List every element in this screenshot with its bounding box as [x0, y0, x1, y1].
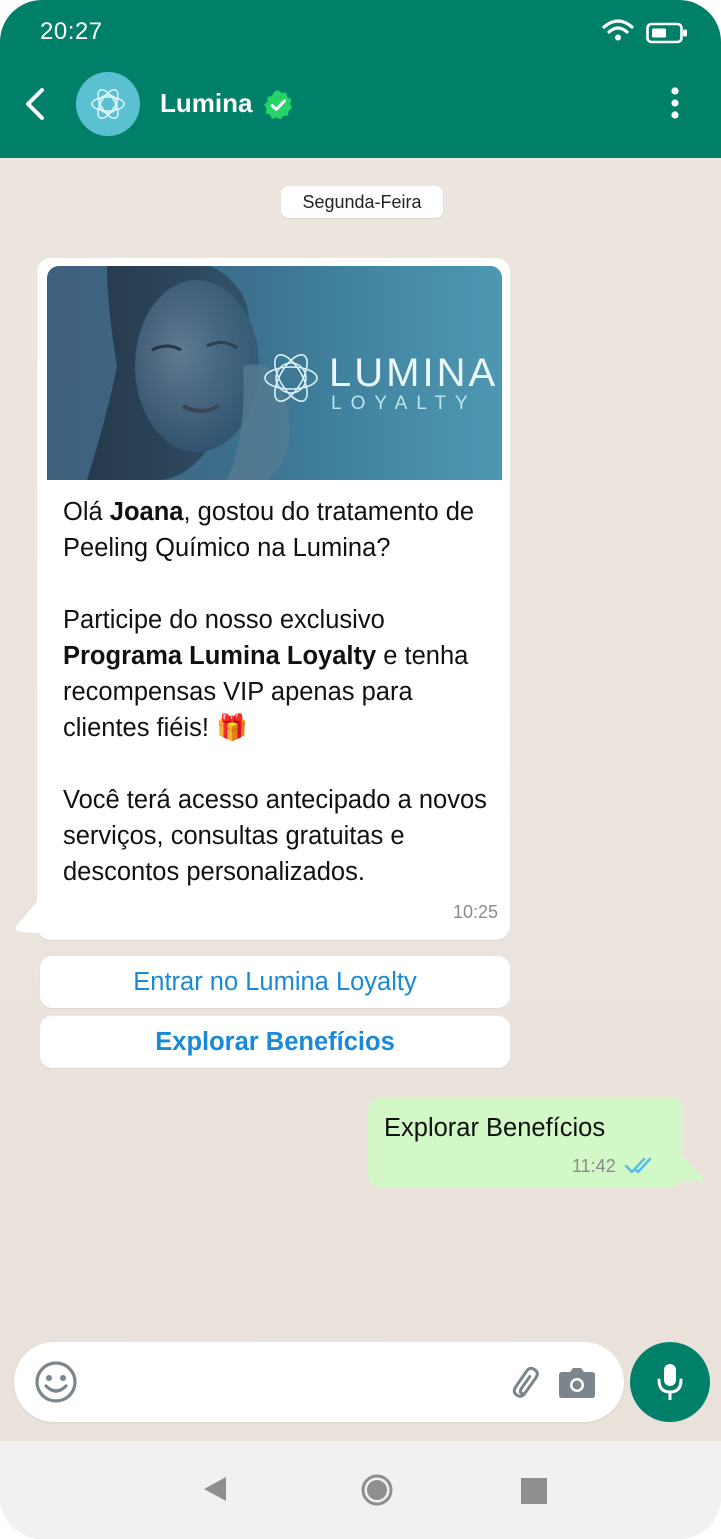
message-paragraph-3: Você terá acesso antecipado a novos serv…	[63, 786, 487, 886]
system-nav-bar	[0, 1441, 721, 1539]
outgoing-message-bubble[interactable]: Explorar Benefícios 11:42	[368, 1098, 682, 1188]
incoming-message-bubble[interactable]: LUMINA LOYALTY Olá Joana, gostou do trat…	[37, 258, 510, 940]
verified-badge-icon	[264, 90, 292, 120]
camera-icon[interactable]	[558, 1368, 596, 1398]
contact-avatar[interactable]	[76, 72, 140, 136]
paperclip-icon[interactable]	[510, 1366, 546, 1402]
nav-home-icon[interactable]	[360, 1473, 394, 1507]
nav-back-icon[interactable]	[202, 1475, 228, 1503]
gift-emoji: 🎁	[216, 714, 248, 742]
microphone-icon	[657, 1364, 683, 1400]
outgoing-message-time: 11:42	[572, 1156, 616, 1176]
date-separator: Segunda-Feira	[281, 186, 443, 218]
chat-header: 20:27 Lumina	[0, 0, 721, 158]
nav-recents-icon[interactable]	[520, 1477, 548, 1505]
battery-icon	[646, 22, 687, 44]
banner-brand: LUMINA	[329, 351, 498, 395]
banner-subbrand: LOYALTY	[331, 393, 477, 414]
lumina-loyalty-banner[interactable]: LUMINA LOYALTY	[47, 266, 502, 480]
join-loyalty-button[interactable]: Entrar no Lumina Loyalty	[40, 956, 510, 1008]
microphone-button[interactable]	[630, 1342, 710, 1422]
contact-name[interactable]: Lumina	[160, 88, 252, 119]
message-paragraph-1: Olá Joana, gostou do tratamento de Peeli…	[63, 498, 475, 562]
message-paragraph-2: Participe do nosso exclusivo Programa Lu…	[63, 606, 469, 742]
emoji-icon[interactable]	[34, 1360, 78, 1404]
message-composer[interactable]	[14, 1342, 624, 1422]
explore-benefits-button[interactable]: Explorar Benefícios	[40, 1016, 510, 1068]
lumina-flower-icon	[91, 89, 125, 119]
phone-screen: 20:27 Lumina Segunda-Feira LUMINA LOYALT…	[0, 0, 721, 1539]
incoming-message-time: 10:25	[453, 902, 499, 922]
back-arrow-icon[interactable]	[22, 86, 48, 122]
banner-art: LUMINA LOYALTY	[47, 266, 502, 480]
double-check-icon	[624, 1157, 652, 1174]
incoming-message-text: Olá Joana, gostou do tratamento de Peeli…	[63, 494, 503, 890]
status-time: 20:27	[40, 18, 103, 45]
wifi-icon	[602, 19, 634, 41]
more-options-icon[interactable]	[665, 86, 685, 122]
outgoing-message-text: Explorar Benefícios	[384, 1114, 606, 1142]
